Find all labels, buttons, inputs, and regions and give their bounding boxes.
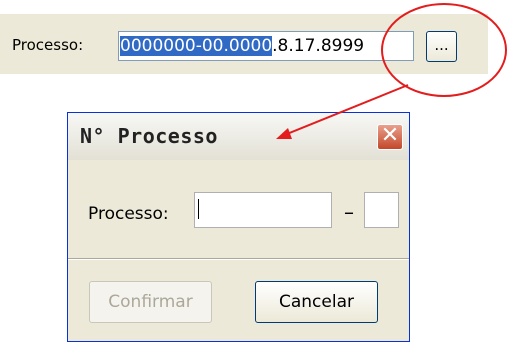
process-number-input[interactable]: 0000000-00.0000.8.17.8999: [118, 31, 414, 61]
unselected-text: .8.17.8999: [272, 36, 365, 56]
browse-button[interactable]: ...: [426, 31, 457, 62]
close-icon[interactable]: ✕: [377, 124, 403, 150]
check-digit-input[interactable]: [364, 192, 399, 228]
dash-separator: –: [344, 200, 354, 224]
dialog-titlebar[interactable]: N° Processo ✕: [68, 113, 409, 160]
selected-text: 0000000-00.0000: [120, 36, 273, 56]
process-dialog: N° Processo ✕ Processo: – Confirmar Canc…: [67, 112, 410, 342]
dialog-title: N° Processo: [80, 124, 218, 148]
dialog-divider: [68, 258, 409, 260]
process-label: Processo:: [12, 36, 84, 54]
dialog-process-input[interactable]: [194, 192, 332, 228]
confirm-button[interactable]: Confirmar: [89, 281, 212, 323]
dialog-process-label: Processo:: [88, 204, 169, 224]
cancel-button[interactable]: Cancelar: [255, 281, 378, 323]
text-caret: [198, 199, 199, 219]
